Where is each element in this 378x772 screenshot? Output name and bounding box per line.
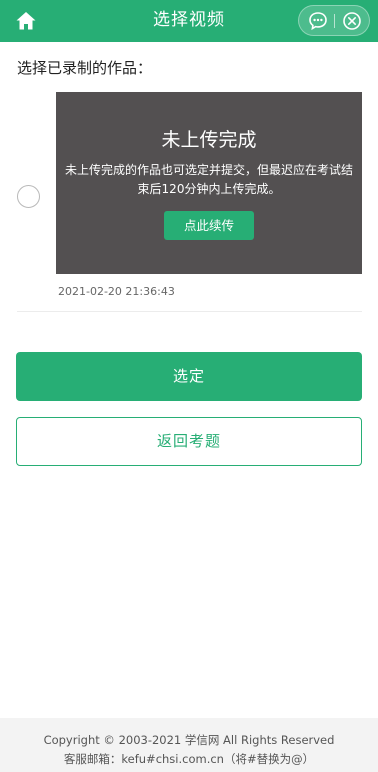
copyright-text: Copyright © 2003-2021 学信网 All Rights Res… (43, 733, 335, 747)
list-divider (17, 311, 362, 312)
mini-program-capsule (298, 5, 370, 36)
upload-status-title: 未上传完成 (161, 129, 257, 151)
close-circle-icon (343, 12, 361, 30)
more-dots-icon (309, 12, 327, 31)
close-button[interactable] (341, 10, 363, 32)
capsule-divider (334, 14, 335, 28)
video-timestamp: 2021-02-20 21:36:43 (58, 285, 175, 298)
upload-status-description: 未上传完成的作品也可选定并提交，但最迟应在考试结束后120分钟内上传完成。 (64, 163, 353, 196)
footer: Copyright © 2003-2021 学信网 All Rights Res… (0, 718, 378, 772)
video-thumbnail-card[interactable]: 未上传完成 未上传完成的作品也可选定并提交，但最迟应在考试结束后120分钟内上传… (56, 92, 362, 274)
select-button[interactable]: 选定 (16, 352, 362, 401)
top-nav-bar: 选择视频 (0, 0, 378, 42)
resume-upload-button[interactable]: 点此续传 (164, 211, 254, 240)
section-label: 选择已录制的作品： (17, 59, 153, 77)
more-button[interactable] (307, 10, 329, 32)
contact-email-text: 客服邮箱：kefu#chsi.com.cn（将#替换为@） (63, 752, 315, 766)
video-select-radio[interactable] (17, 185, 40, 208)
back-to-question-button[interactable]: 返回考题 (16, 417, 362, 466)
